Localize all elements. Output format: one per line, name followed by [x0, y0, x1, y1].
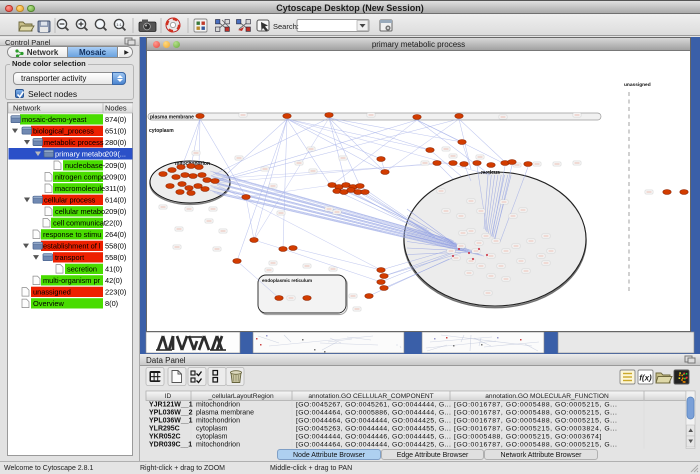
- svg-text:1:1: 1:1: [116, 22, 122, 27]
- svg-text:mitochondrion: mitochondrion: [196, 418, 240, 425]
- svg-text:primary metabo: primary metabo: [55, 149, 106, 158]
- svg-text:biological_process: biological_process: [33, 126, 94, 135]
- svg-text:311(0): 311(0): [105, 184, 126, 193]
- svg-text:YPL036W__1: YPL036W__1: [149, 418, 193, 425]
- svg-text:Network: Network: [13, 104, 41, 113]
- svg-text:42(0): 42(0): [105, 276, 122, 285]
- svg-text:plasma membrane: plasma membrane: [196, 410, 254, 417]
- svg-text:YPL036W__2: YPL036W__2: [149, 410, 193, 417]
- svg-text:209(0): 209(0): [105, 207, 126, 216]
- svg-text:nucleus: nucleus: [481, 170, 500, 176]
- svg-text:cytoplasm: cytoplasm: [196, 426, 228, 433]
- svg-text:nucleobase-: nucleobase-: [65, 161, 106, 170]
- svg-text:cell communicat: cell communicat: [53, 218, 106, 227]
- svg-text:8(0): 8(0): [105, 299, 118, 308]
- svg-text:[GO:0005488, GO:0005215, GO:00: [GO:0005488, GO:0005215, GO:0003674]: [454, 434, 602, 441]
- svg-text:[GO:0045263, GO:0044444, GO:00: [GO:0045263, GO:0044444, GO:0044455, G..…: [296, 426, 451, 433]
- svg-text:YJR121W__1: YJR121W__1: [149, 402, 193, 409]
- svg-text:280(0): 280(0): [105, 138, 126, 147]
- svg-text:ID: ID: [165, 393, 172, 400]
- svg-text:209(...: 209(...: [105, 149, 126, 158]
- svg-text:Overview: Overview: [33, 299, 64, 308]
- svg-text:558(0): 558(0): [105, 241, 126, 250]
- svg-text:endoplasmic reticulum: endoplasmic reticulum: [262, 278, 312, 283]
- svg-text:cellular process: cellular process: [44, 195, 96, 204]
- svg-text:[GO:0016787, GO:0005215, GO:00: [GO:0016787, GO:0005215, GO:0003824, G..…: [454, 426, 618, 433]
- svg-text:secretion: secretion: [67, 264, 97, 273]
- svg-text:transport: transport: [55, 253, 84, 262]
- svg-text:nitrogen compo: nitrogen compo: [55, 172, 106, 181]
- svg-text:annotation.GO CELLULAR_COMPONE: annotation.GO CELLULAR_COMPONENT: [308, 393, 433, 400]
- svg-text:cytoplasm: cytoplasm: [196, 434, 228, 441]
- svg-text:YKR052C: YKR052C: [149, 434, 181, 441]
- svg-text:multi-organism pr: multi-organism pr: [43, 276, 101, 285]
- svg-text:response to stimu: response to stimu: [43, 230, 101, 239]
- svg-text:[GO:0044444, GO:0044446, GO:00: [GO:0044444, GO:0044446, GO:0044445, G..…: [296, 434, 451, 441]
- svg-text:cytoplasm: cytoplasm: [149, 128, 174, 134]
- svg-text:Nodes: Nodes: [105, 104, 127, 113]
- svg-text:264(0): 264(0): [105, 230, 126, 239]
- svg-text:metabolic process: metabolic process: [44, 138, 104, 147]
- svg-text:[GO:0016787, GO:0005488, GO:00: [GO:0016787, GO:0005488, GO:0005215, G..…: [454, 402, 618, 409]
- svg-text:874(0): 874(0): [105, 115, 126, 124]
- svg-text:YLR295C: YLR295C: [149, 426, 180, 433]
- svg-text:cellular metabo: cellular metabo: [55, 207, 105, 216]
- svg-text:[GO:0044464, GO:0005886, GO:00: [GO:0044464, GO:0005886, GO:0044444, G..…: [296, 410, 451, 417]
- svg-text:plasma membrane: plasma membrane: [150, 114, 194, 120]
- svg-text:establishment of l: establishment of l: [43, 241, 101, 250]
- svg-text:f(x): f(x): [639, 374, 652, 383]
- svg-text:22(0): 22(0): [105, 218, 122, 227]
- svg-text:41(0): 41(0): [105, 264, 122, 273]
- svg-text:mitochondrion: mitochondrion: [196, 402, 240, 409]
- svg-text:614(0): 614(0): [105, 195, 126, 204]
- svg-text:mosaic-demo-yeast: mosaic-demo-yeast: [22, 115, 86, 124]
- svg-text:[GO:0016787, GO:0005488, GO:00: [GO:0016787, GO:0005488, GO:0005215, G..…: [454, 410, 618, 417]
- svg-text:unassigned: unassigned: [33, 287, 71, 296]
- svg-text:[GO:0016787, GO:0005488, GO:00: [GO:0016787, GO:0005488, GO:0005215, G..…: [454, 418, 618, 425]
- svg-text:_cellularLayoutRegion: _cellularLayoutRegion: [207, 393, 274, 400]
- svg-text:209(0): 209(0): [105, 161, 126, 170]
- svg-text:558(0): 558(0): [105, 253, 126, 262]
- svg-text:651(0): 651(0): [105, 126, 126, 135]
- svg-text:annotation.GO MOLECULAR_FUNCTI: annotation.GO MOLECULAR_FUNCTION: [485, 393, 609, 400]
- svg-text:[GO:0044464, GO:0044444, GO:00: [GO:0044464, GO:0044444, GO:0044425, G..…: [296, 418, 451, 425]
- svg-text:223(0): 223(0): [105, 287, 126, 296]
- svg-text:[GO:0045267, GO:0045261, GO:00: [GO:0045267, GO:0045261, GO:0044444, G..…: [296, 402, 451, 409]
- svg-text:unassigned: unassigned: [624, 82, 651, 88]
- svg-text:209(0): 209(0): [105, 172, 126, 181]
- svg-text:macromolecule: macromolecule: [55, 184, 105, 193]
